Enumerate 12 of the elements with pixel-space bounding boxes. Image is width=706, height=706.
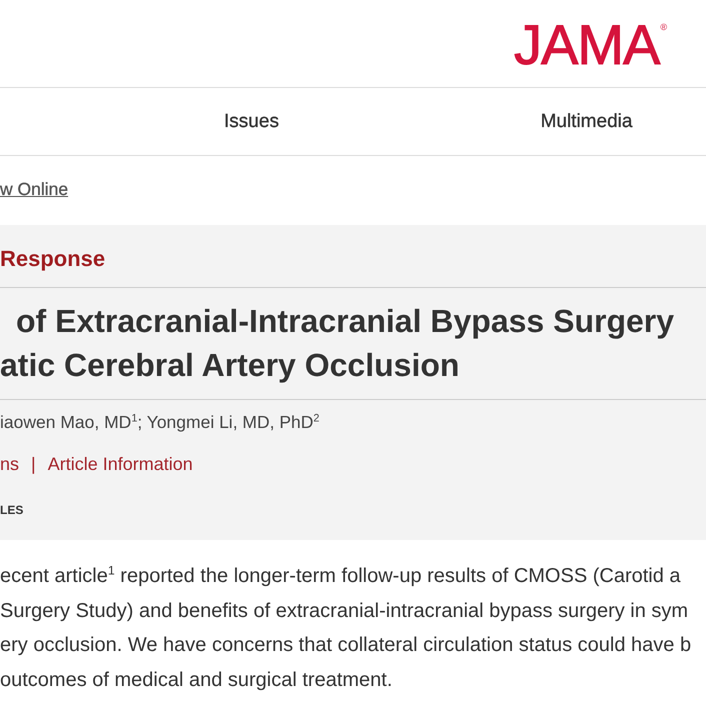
article-info-link[interactable]: ns [0,454,20,474]
separator: | [31,454,36,474]
body-paragraph: ecent article$^{1}$ reported the longer-term follow-up results of CMOSS (Carotid a Surgery Study) and benefits of extracranial-intracranial bypass surgery in sym ery occlusion. We have concerns that collateral circulation status could have b outcomes of medical and surgical treatment. [0,562,692,692]
article-type-label: Response [0,246,106,272]
online-link[interactable]: w Online [0,179,68,200]
article-title: of Extracranial-Intracranial Bypass Surgery atic Cerebral Artery Occlusion [0,288,706,400]
nav-link[interactable]: Multimedia [540,106,632,136]
section-heading: LES [0,502,24,519]
author-list: iaowen Mao, MD$^{1}$; Yongmei Li, MD, PhD$^{2}$ [0,400,706,444]
logo[interactable]: JAMA® [514,14,666,72]
nav-link[interactable]: Issues [224,106,279,136]
article-info-link[interactable]: Article Information [48,454,193,474]
